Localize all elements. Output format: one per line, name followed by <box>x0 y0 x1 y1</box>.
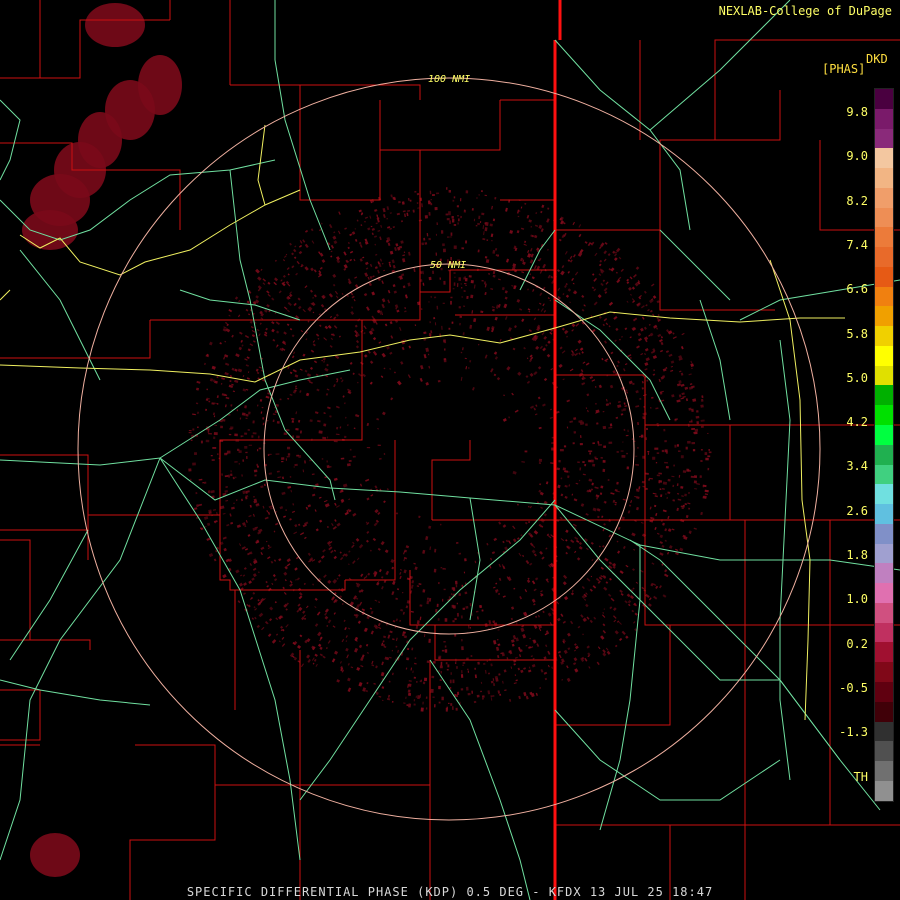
state-boundary <box>553 0 562 900</box>
legend-swatch <box>875 583 893 603</box>
legend-swatch <box>875 247 893 267</box>
legend-tick-label: 3.4 <box>846 459 868 474</box>
legend-unit-label: [PHAS] <box>822 62 866 76</box>
product-caption: SPECIFIC DIFFERENTIAL PHASE (KDP) 0.5 DE… <box>186 885 714 899</box>
legend-swatch <box>875 128 893 149</box>
legend-swatch <box>875 385 893 406</box>
legend-swatch <box>875 523 893 544</box>
legend-swatch <box>875 306 893 327</box>
legend-swatch <box>875 444 893 465</box>
radar-echo-layer <box>22 3 712 877</box>
legend-swatch <box>875 701 893 722</box>
legend-swatch <box>875 602 893 623</box>
legend-swatch <box>875 681 893 702</box>
legend-swatch <box>875 662 893 682</box>
legend-tick-label: 7.4 <box>846 237 868 252</box>
legend-swatch <box>875 345 893 366</box>
legend-tick-label: 5.8 <box>846 326 868 341</box>
legend-tick-label: 1.8 <box>846 548 868 562</box>
highway-network <box>0 124 845 721</box>
legend-swatch <box>875 504 893 524</box>
legend-tick-label: 0.2 <box>846 636 868 651</box>
legend-tick-label: TH <box>853 769 868 784</box>
legend-swatch <box>875 780 893 801</box>
legend-swatch <box>875 266 893 287</box>
legend-swatch <box>875 207 893 228</box>
legend-swatch <box>875 89 893 109</box>
legend-tick-label: -0.5 <box>839 680 868 695</box>
ring-label-50nmi: 50 NMI <box>430 260 466 271</box>
legend-swatch <box>875 365 893 386</box>
legend-swatch <box>875 721 893 742</box>
legend-swatch <box>875 741 893 762</box>
legend-swatch <box>875 286 893 307</box>
legend-color-bar <box>874 88 894 802</box>
legend-swatch <box>875 543 893 564</box>
legend-swatch <box>875 227 893 248</box>
legend-tick-label: 8.2 <box>846 193 868 208</box>
legend-product-code: DKD <box>866 52 888 66</box>
legend-tick-label: 6.6 <box>846 282 868 297</box>
legend-swatch <box>875 326 893 346</box>
legend-tick-label: 9.8 <box>846 105 868 119</box>
ring-label-100nmi: 100 NMI <box>428 74 470 85</box>
legend-tick-label: 9.0 <box>846 149 868 164</box>
legend-swatch <box>875 168 893 188</box>
legend-swatch <box>875 642 893 663</box>
legend-swatch <box>875 622 893 643</box>
legend-swatch <box>875 563 893 584</box>
credit-label: NEXLAB-College of DuPage <box>718 4 892 18</box>
legend-tick-label: 5.0 <box>846 370 868 385</box>
legend-swatch <box>875 464 893 485</box>
legend-tick-label: 2.6 <box>846 503 868 518</box>
radar-map[interactable]: 50 NMI 100 NMI <box>0 0 900 900</box>
legend-swatch <box>875 425 893 445</box>
legend-swatch <box>875 484 893 505</box>
legend-swatch <box>875 405 893 426</box>
legend-tick-label: 4.2 <box>846 415 868 430</box>
legend-tick-label: -1.3 <box>839 725 868 740</box>
legend-swatch <box>875 187 893 208</box>
legend-swatch <box>875 148 893 169</box>
legend-swatch <box>875 761 893 781</box>
legend-swatch <box>875 108 893 129</box>
legend-tick-label: 1.0 <box>846 592 868 607</box>
